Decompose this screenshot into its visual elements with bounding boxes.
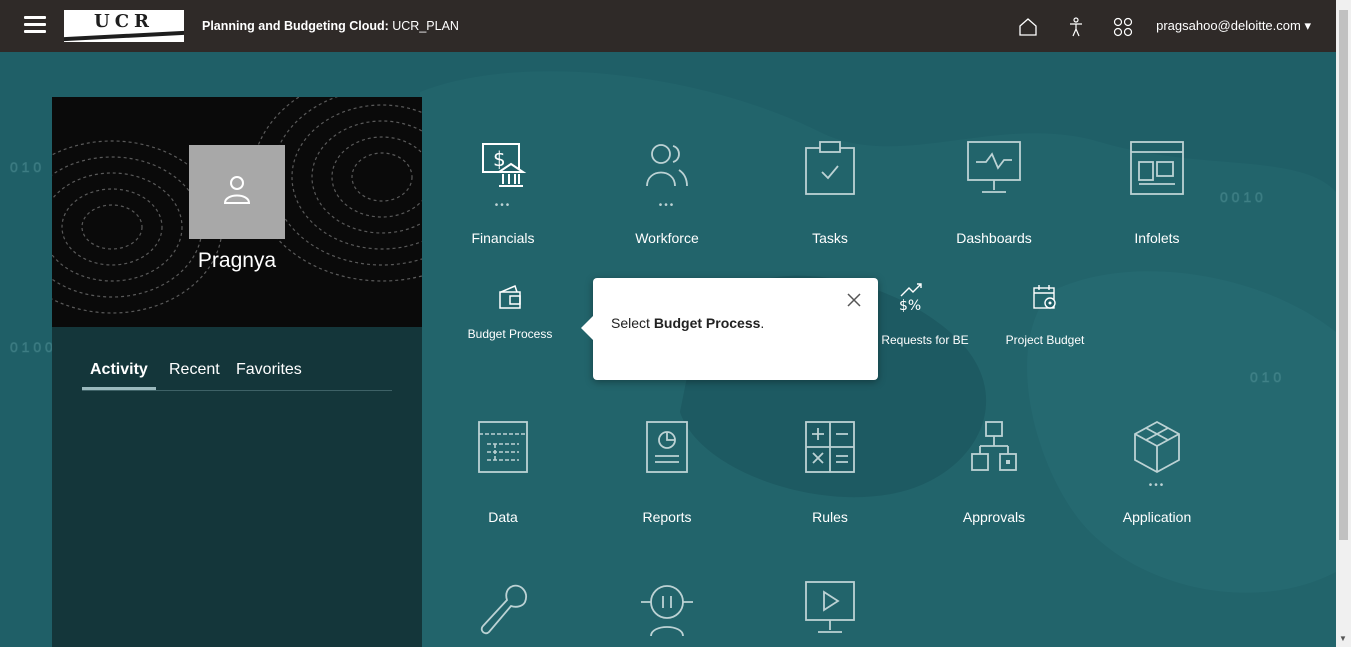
accessibility-icon[interactable] [1065,16,1087,38]
scrollbar-thumb[interactable] [1339,10,1348,540]
popup-pointer [581,316,593,340]
card-label: Tasks [812,230,848,246]
user-icon [223,176,251,204]
activity-tabs: Activity Recent Favorites [82,359,392,391]
workforce-icon [646,144,688,187]
card-label: Approvals [962,509,1026,525]
app-title-instance: UCR_PLAN [388,19,459,33]
card-infolets[interactable]: Infolets [1092,138,1222,253]
chevron-down-icon: ▾ [1304,18,1311,33]
app-title: Planning and Budgeting Cloud: UCR_PLAN [202,0,459,52]
card-label: Dashboards [956,230,1032,246]
card-label: Reports [642,509,692,525]
home-icon[interactable] [1017,16,1039,38]
tab-activity[interactable]: Activity [82,359,156,390]
budget-requests-icon: $% [899,283,922,312]
app-title-bold: Planning and Budgeting Cloud: [202,19,389,33]
reports-icon [646,421,688,473]
hamburger-menu-icon[interactable] [24,16,46,36]
academy-icon [641,585,693,637]
sub-project-budget[interactable]: Project Budget [990,282,1100,352]
application-icon [1134,420,1180,474]
more-dots: ••• [1148,480,1166,491]
tasks-icon [805,141,855,195]
infolets-icon [1130,141,1184,195]
tools-icon [480,584,527,635]
close-icon[interactable] [846,292,862,308]
avatar[interactable] [189,145,285,239]
rules-icon [805,421,855,473]
user-menu[interactable]: pragsahoo@deloitte.com ▾ [1156,0,1311,52]
page-scrollbar[interactable]: ▼ [1336,0,1351,647]
data-icon [478,421,528,473]
tab-favorites[interactable]: Favorites [236,359,302,390]
card-rules[interactable]: Rules [765,418,895,528]
user-email: pragsahoo@deloitte.com [1156,18,1301,33]
card-academy[interactable] [602,580,732,647]
card-data[interactable]: Data [438,418,568,528]
card-application[interactable]: ••• Application [1092,418,1222,528]
sub-label: Project Budget [1005,333,1085,347]
popup-message: Select Budget Process. [611,315,764,331]
card-video[interactable] [765,580,895,647]
card-reports[interactable]: Reports [602,418,732,528]
card-tools[interactable] [438,580,568,647]
approvals-icon [971,421,1017,471]
card-dashboards[interactable]: Dashboards [929,138,1059,253]
top-bar: UCR Planning and Budgeting Cloud: UCR_PL… [0,0,1351,52]
popup-suffix: . [760,315,765,331]
svg-text:0 0 1 0: 0 0 1 0 [1220,189,1263,205]
svg-text:0 1 0: 0 1 0 [1250,369,1281,385]
video-icon [805,581,855,633]
dashboards-icon [967,141,1021,193]
svg-text:$%: $% [899,298,921,312]
card-label: Data [488,509,518,525]
profile-card: Pragnya [52,97,422,327]
ucr-logo[interactable]: UCR [64,10,184,42]
svg-text:$: $ [493,147,506,171]
more-dots: ••• [658,200,676,211]
card-label: Infolets [1134,230,1180,246]
budget-process-icon [499,284,521,309]
sub-budget-process[interactable]: Budget Process [455,282,565,352]
tab-recent[interactable]: Recent [169,359,220,390]
card-financials[interactable]: $ ••• Financials [438,138,568,253]
svg-text:0 1 0: 0 1 0 [10,159,41,175]
card-approvals[interactable]: Approvals [929,418,1059,528]
card-label: Rules [812,509,848,525]
card-workforce[interactable]: ••• Workforce [602,138,732,253]
logo-text: UCR [94,11,154,32]
card-label: Workforce [635,230,699,246]
card-tasks[interactable]: Tasks [765,138,895,253]
card-label: Financials [471,230,535,246]
scroll-down-icon[interactable]: ▼ [1339,634,1347,643]
navigator-icon[interactable] [1112,16,1134,38]
user-name: Pragnya [197,249,277,272]
popup-prefix: Select [611,315,654,331]
project-budget-icon [1033,285,1056,309]
card-label: Application [1122,509,1192,525]
user-panel: Pragnya Activity Recent Favorites [52,97,422,647]
popup-bold: Budget Process [653,315,761,331]
more-dots: ••• [494,200,512,211]
svg-text:0 1 0 0: 0 1 0 0 [10,339,53,355]
sub-label: Budget Process [467,327,553,341]
financials-icon: $ [482,143,527,187]
guided-tour-popup: Select Budget Process. [581,278,878,380]
